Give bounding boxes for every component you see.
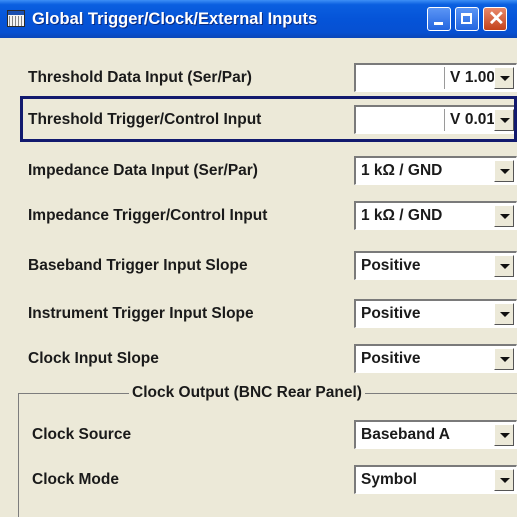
instrument-trigger-slope-select[interactable]: Positive	[354, 299, 517, 328]
threshold-data-field[interactable]: 1.00 V	[354, 63, 517, 92]
clock-source-row: Clock Source Baseband A	[18, 416, 517, 454]
clock-output-legend: Clock Output (BNC Rear Panel)	[129, 383, 365, 403]
unit-separator	[444, 67, 445, 89]
impedance-data-label: Impedance Data Input (Ser/Par)	[28, 162, 258, 179]
minimize-button[interactable]	[427, 7, 451, 31]
chevron-down-icon[interactable]	[494, 255, 514, 277]
focus-highlight	[20, 96, 517, 142]
impedance-data-value: 1 kΩ / GND	[361, 162, 443, 179]
clock-input-slope-select[interactable]: Positive	[354, 344, 517, 373]
instrument-trigger-slope-row: Instrument Trigger Input Slope Positive	[18, 295, 517, 333]
minimize-icon	[434, 22, 443, 25]
baseband-trigger-slope-select[interactable]: Positive	[354, 251, 517, 280]
clock-mode-select[interactable]: Symbol	[354, 465, 517, 494]
chevron-down-icon[interactable]	[494, 303, 514, 325]
clock-source-label: Clock Source	[32, 426, 132, 443]
dialog-window: Global Trigger/Clock/External Inputs ✕ T…	[0, 0, 517, 517]
clock-source-select[interactable]: Baseband A	[354, 420, 517, 449]
chevron-down-icon[interactable]	[494, 348, 514, 370]
threshold-data-label: Threshold Data Input (Ser/Par)	[28, 69, 252, 86]
impedance-trigger-select[interactable]: 1 kΩ / GND	[354, 201, 517, 230]
maximize-button[interactable]	[455, 7, 479, 31]
baseband-trigger-slope-row: Baseband Trigger Input Slope Positive	[18, 247, 517, 285]
chevron-down-icon[interactable]	[494, 160, 514, 182]
chevron-down-icon[interactable]	[494, 424, 514, 446]
title-bar[interactable]: Global Trigger/Clock/External Inputs ✕	[0, 0, 517, 38]
chevron-down-icon[interactable]	[494, 205, 514, 227]
maximize-icon	[461, 13, 472, 24]
impedance-data-row: Impedance Data Input (Ser/Par) 1 kΩ / GN…	[18, 152, 517, 190]
clock-input-slope-label: Clock Input Slope	[28, 350, 159, 367]
clock-input-slope-row: Clock Input Slope Positive	[18, 340, 517, 378]
impedance-trigger-label: Impedance Trigger/Control Input	[28, 207, 268, 224]
clock-mode-row: Clock Mode Symbol	[18, 461, 517, 499]
clock-source-value: Baseband A	[361, 426, 451, 443]
window-title: Global Trigger/Clock/External Inputs	[32, 10, 318, 28]
close-button[interactable]: ✕	[483, 7, 507, 31]
chevron-down-icon[interactable]	[494, 67, 514, 89]
baseband-trigger-slope-value: Positive	[361, 257, 421, 274]
impedance-data-select[interactable]: 1 kΩ / GND	[354, 156, 517, 185]
clock-mode-value: Symbol	[361, 471, 417, 488]
chevron-down-icon[interactable]	[494, 469, 514, 491]
clock-input-slope-value: Positive	[361, 350, 421, 367]
threshold-data-row: Threshold Data Input (Ser/Par) 1.00 V	[18, 59, 517, 97]
instrument-trigger-slope-label: Instrument Trigger Input Slope	[28, 305, 254, 322]
table-window-icon	[7, 10, 25, 27]
threshold-data-input[interactable]: 1.00	[356, 65, 495, 91]
clock-mode-label: Clock Mode	[32, 471, 119, 488]
impedance-trigger-value: 1 kΩ / GND	[361, 207, 443, 224]
close-icon: ✕	[488, 8, 505, 30]
instrument-trigger-slope-value: Positive	[361, 305, 421, 322]
impedance-trigger-row: Impedance Trigger/Control Input 1 kΩ / G…	[18, 197, 517, 235]
baseband-trigger-slope-label: Baseband Trigger Input Slope	[28, 257, 248, 274]
threshold-data-unit: V	[450, 69, 461, 86]
